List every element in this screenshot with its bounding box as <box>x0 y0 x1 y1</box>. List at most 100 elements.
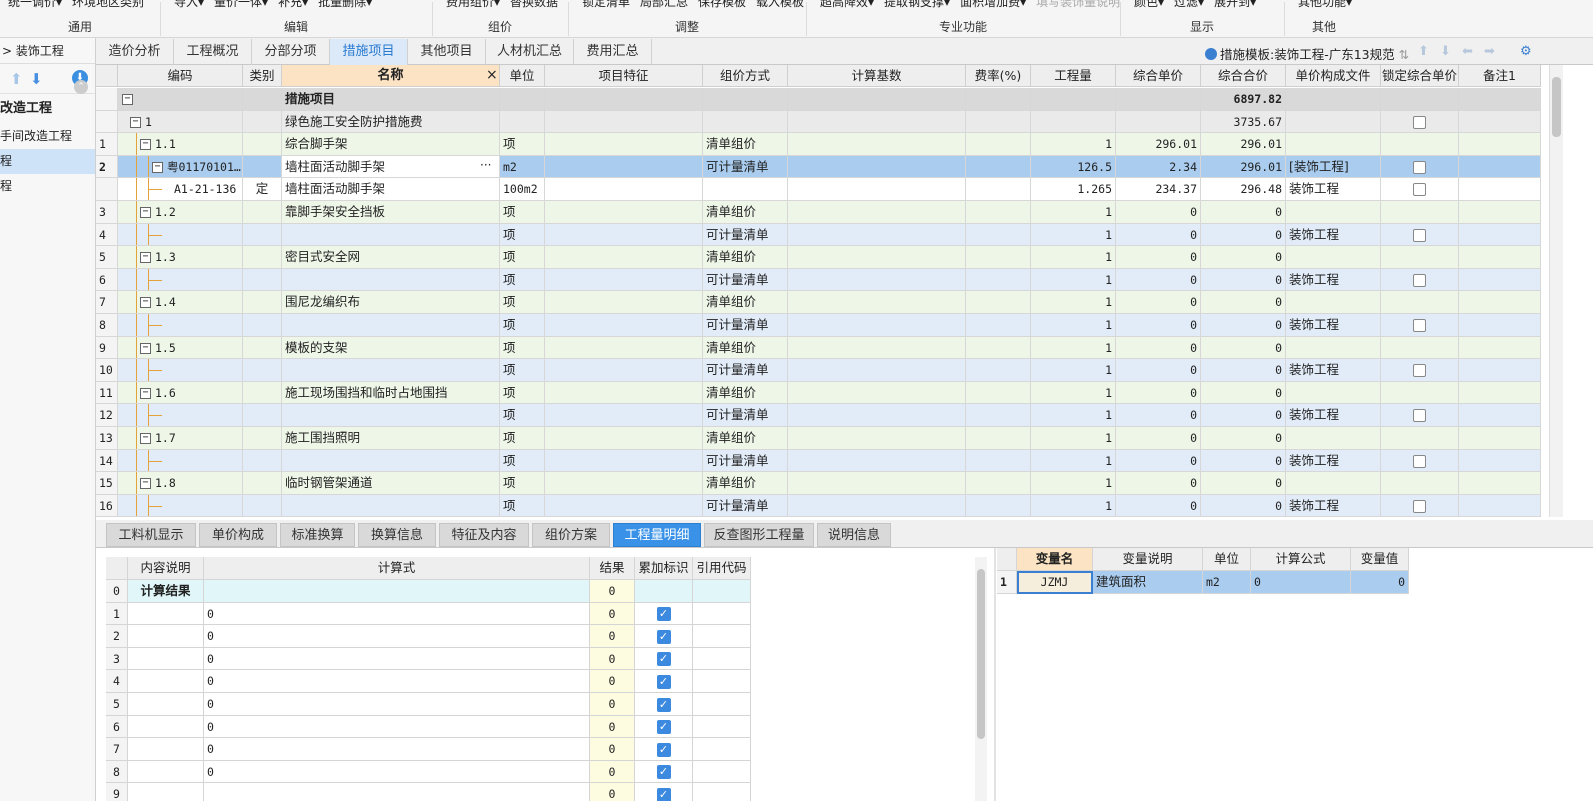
cell-name[interactable] <box>282 404 500 427</box>
cell-lock[interactable] <box>1381 110 1459 134</box>
ribbon-button[interactable]: 量价一体▾ <box>214 0 268 9</box>
ref-code-cell[interactable] <box>693 715 751 739</box>
arrow-right-icon[interactable]: ➡ <box>1484 44 1495 59</box>
formula-cell[interactable]: 0 <box>204 625 590 648</box>
formula-cell[interactable]: 0 <box>204 602 590 626</box>
cell-lock[interactable] <box>1381 449 1459 473</box>
column-header[interactable]: 单价构成文件 <box>1286 65 1381 87</box>
accumulate-cell[interactable]: ✓ <box>635 625 693 648</box>
column-header[interactable]: 变量名 <box>1017 548 1093 571</box>
column-header[interactable]: 计算基数 <box>788 65 966 87</box>
lock-checkbox[interactable] <box>1413 183 1426 197</box>
column-header[interactable]: 综合单价 <box>1116 65 1201 87</box>
table-row[interactable]: 8 项 可计量清单 1 0 0 装饰工程 <box>96 314 1541 337</box>
lock-checkbox[interactable] <box>1413 319 1426 332</box>
column-header[interactable] <box>96 65 118 87</box>
cell-lock[interactable] <box>1381 404 1459 427</box>
formula-cell[interactable]: 0 <box>204 693 590 716</box>
cell-code[interactable]: −1.2 <box>118 201 243 224</box>
column-header[interactable]: 单位 <box>1203 548 1251 571</box>
cell-code[interactable] <box>118 314 243 337</box>
cell-lock[interactable] <box>1381 201 1459 224</box>
column-header[interactable]: 组价方式 <box>703 65 788 87</box>
ribbon-button[interactable]: 颜色▾ <box>1134 0 1164 9</box>
accumulate-cell[interactable]: ✓ <box>635 760 693 784</box>
cell-name[interactable]: 围尼龙编织布 <box>282 291 500 314</box>
scrollbar-thumb[interactable] <box>1552 77 1561 137</box>
column-header[interactable]: 类别 <box>243 65 282 87</box>
table-row[interactable]: 4 项 可计量清单 1 0 0 装饰工程 <box>96 223 1541 247</box>
cell-lock[interactable] <box>1381 178 1459 201</box>
ribbon-button[interactable]: 费用组价▾ <box>446 0 500 9</box>
column-header[interactable]: 费率(%) <box>966 65 1031 87</box>
ribbon-button[interactable]: 补充▾ <box>278 0 308 9</box>
ref-code-cell[interactable] <box>693 693 751 716</box>
lock-checkbox[interactable] <box>1413 160 1426 174</box>
ref-code-cell[interactable] <box>693 580 751 603</box>
ribbon-button[interactable]: 展开到▾ <box>1214 0 1256 9</box>
formula-cell[interactable]: 0 <box>204 738 590 761</box>
accumulate-cell[interactable]: ✓ <box>635 738 693 761</box>
column-header[interactable]: 引用代码 <box>693 557 751 580</box>
detail-scrollbar[interactable] <box>975 557 987 801</box>
column-header[interactable]: 备注1 <box>1459 65 1541 87</box>
table-row[interactable]: 10 项可计量清单 1 0 0 装饰工程 <box>96 359 1541 382</box>
check-icon[interactable]: ✓ <box>656 697 671 712</box>
lock-checkbox[interactable] <box>1413 228 1426 242</box>
table-row[interactable]: 15 −1.8 临时钢管架通道项 清单组价 1 0 0 <box>96 472 1541 495</box>
cell-name[interactable]: 靠脚手架安全挡板 <box>282 201 500 224</box>
ribbon-button[interactable]: 替换数据 <box>510 0 558 9</box>
arrow-down-icon[interactable]: ⬇ <box>1440 44 1451 59</box>
tab-4[interactable]: 措施项目 <box>330 39 408 65</box>
table-row[interactable]: 9 −1.5 模板的支架项 清单组价 1 0 0 <box>96 336 1541 360</box>
arrow-up-icon[interactable]: ⬆ <box>1418 44 1429 59</box>
collapse-toggle[interactable]: − <box>140 478 151 490</box>
table-row[interactable]: −1 绿色施工安全防护措施费 3735.67 <box>96 110 1541 134</box>
ribbon-button[interactable]: 填写装饰量说明 <box>1036 0 1120 9</box>
cell-lock[interactable] <box>1381 291 1459 314</box>
detail-tab-1[interactable]: 工料机显示 <box>106 523 196 547</box>
table-row[interactable]: 5 −1.3 密目式安全网项 清单组价 1 0 0 <box>96 246 1541 269</box>
tab-5[interactable]: 其他项目 <box>408 39 486 65</box>
cell-code[interactable] <box>118 449 243 473</box>
ribbon-button[interactable]: 过滤▾ <box>1174 0 1204 9</box>
lock-checkbox[interactable] <box>1413 499 1426 513</box>
cell-code[interactable]: −1.7 <box>118 427 243 450</box>
cell-code[interactable] <box>118 494 243 517</box>
detail-tab-6[interactable]: 组价方案 <box>532 523 610 547</box>
detail-tab-3[interactable]: 标准换算 <box>280 523 355 547</box>
table-row[interactable]: 16 项 可计量清单 1 0 0 装饰工程 <box>96 494 1541 517</box>
close-icon[interactable]: × <box>486 68 498 82</box>
accumulate-cell[interactable]: ✓ <box>635 693 693 716</box>
cell-name[interactable] <box>282 359 500 382</box>
lock-checkbox[interactable] <box>1413 454 1426 468</box>
cell-code[interactable]: −1.3 <box>118 246 243 269</box>
cell-code[interactable]: − 粤01170101… <box>118 155 243 179</box>
arrow-left-icon[interactable]: ⬅ <box>1462 44 1473 59</box>
cell-code[interactable] <box>118 359 243 382</box>
cell-code[interactable]: −1.8 <box>118 472 243 495</box>
column-header[interactable]: 结果 <box>590 557 635 580</box>
table-row[interactable]: 6 项 可计量清单 1 0 0 装饰工程 <box>96 268 1541 292</box>
table-row[interactable]: 1 −1.1 综合脚手架项 清单组价 1 296.01 296.01 <box>96 133 1541 156</box>
table-row[interactable]: 12 项 可计量清单 1 0 0 装饰工程 <box>96 404 1541 427</box>
formula-cell[interactable]: 0 <box>204 715 590 739</box>
column-header[interactable] <box>106 557 128 580</box>
collapse-toggle[interactable]: − <box>152 161 163 173</box>
collapse-toggle[interactable]: − <box>140 297 151 309</box>
more-icon[interactable]: ··· <box>480 158 491 172</box>
cell-lock[interactable] <box>1381 314 1459 337</box>
detail-tab-5[interactable]: 特征及内容 <box>439 523 529 547</box>
cell-lock[interactable] <box>1381 133 1459 156</box>
detail-tab-4[interactable]: 换算信息 <box>358 523 436 547</box>
move-down-icon[interactable]: ⬇ <box>30 70 43 88</box>
ref-code-cell[interactable] <box>693 670 751 693</box>
tab-3[interactable]: 分部分项 <box>252 39 330 65</box>
table-row[interactable]: 14 项 可计量清单 1 0 0 装饰工程 <box>96 449 1541 473</box>
column-header[interactable]: 变量说明 <box>1093 548 1203 571</box>
settings-icon[interactable]: ⚙ <box>1520 44 1532 59</box>
cell-name[interactable]: 墙柱面活动脚手架 <box>282 155 500 179</box>
lock-checkbox[interactable] <box>1413 364 1426 378</box>
tab-1[interactable]: 造价分析 <box>96 39 174 65</box>
cell-lock[interactable] <box>1381 381 1459 405</box>
